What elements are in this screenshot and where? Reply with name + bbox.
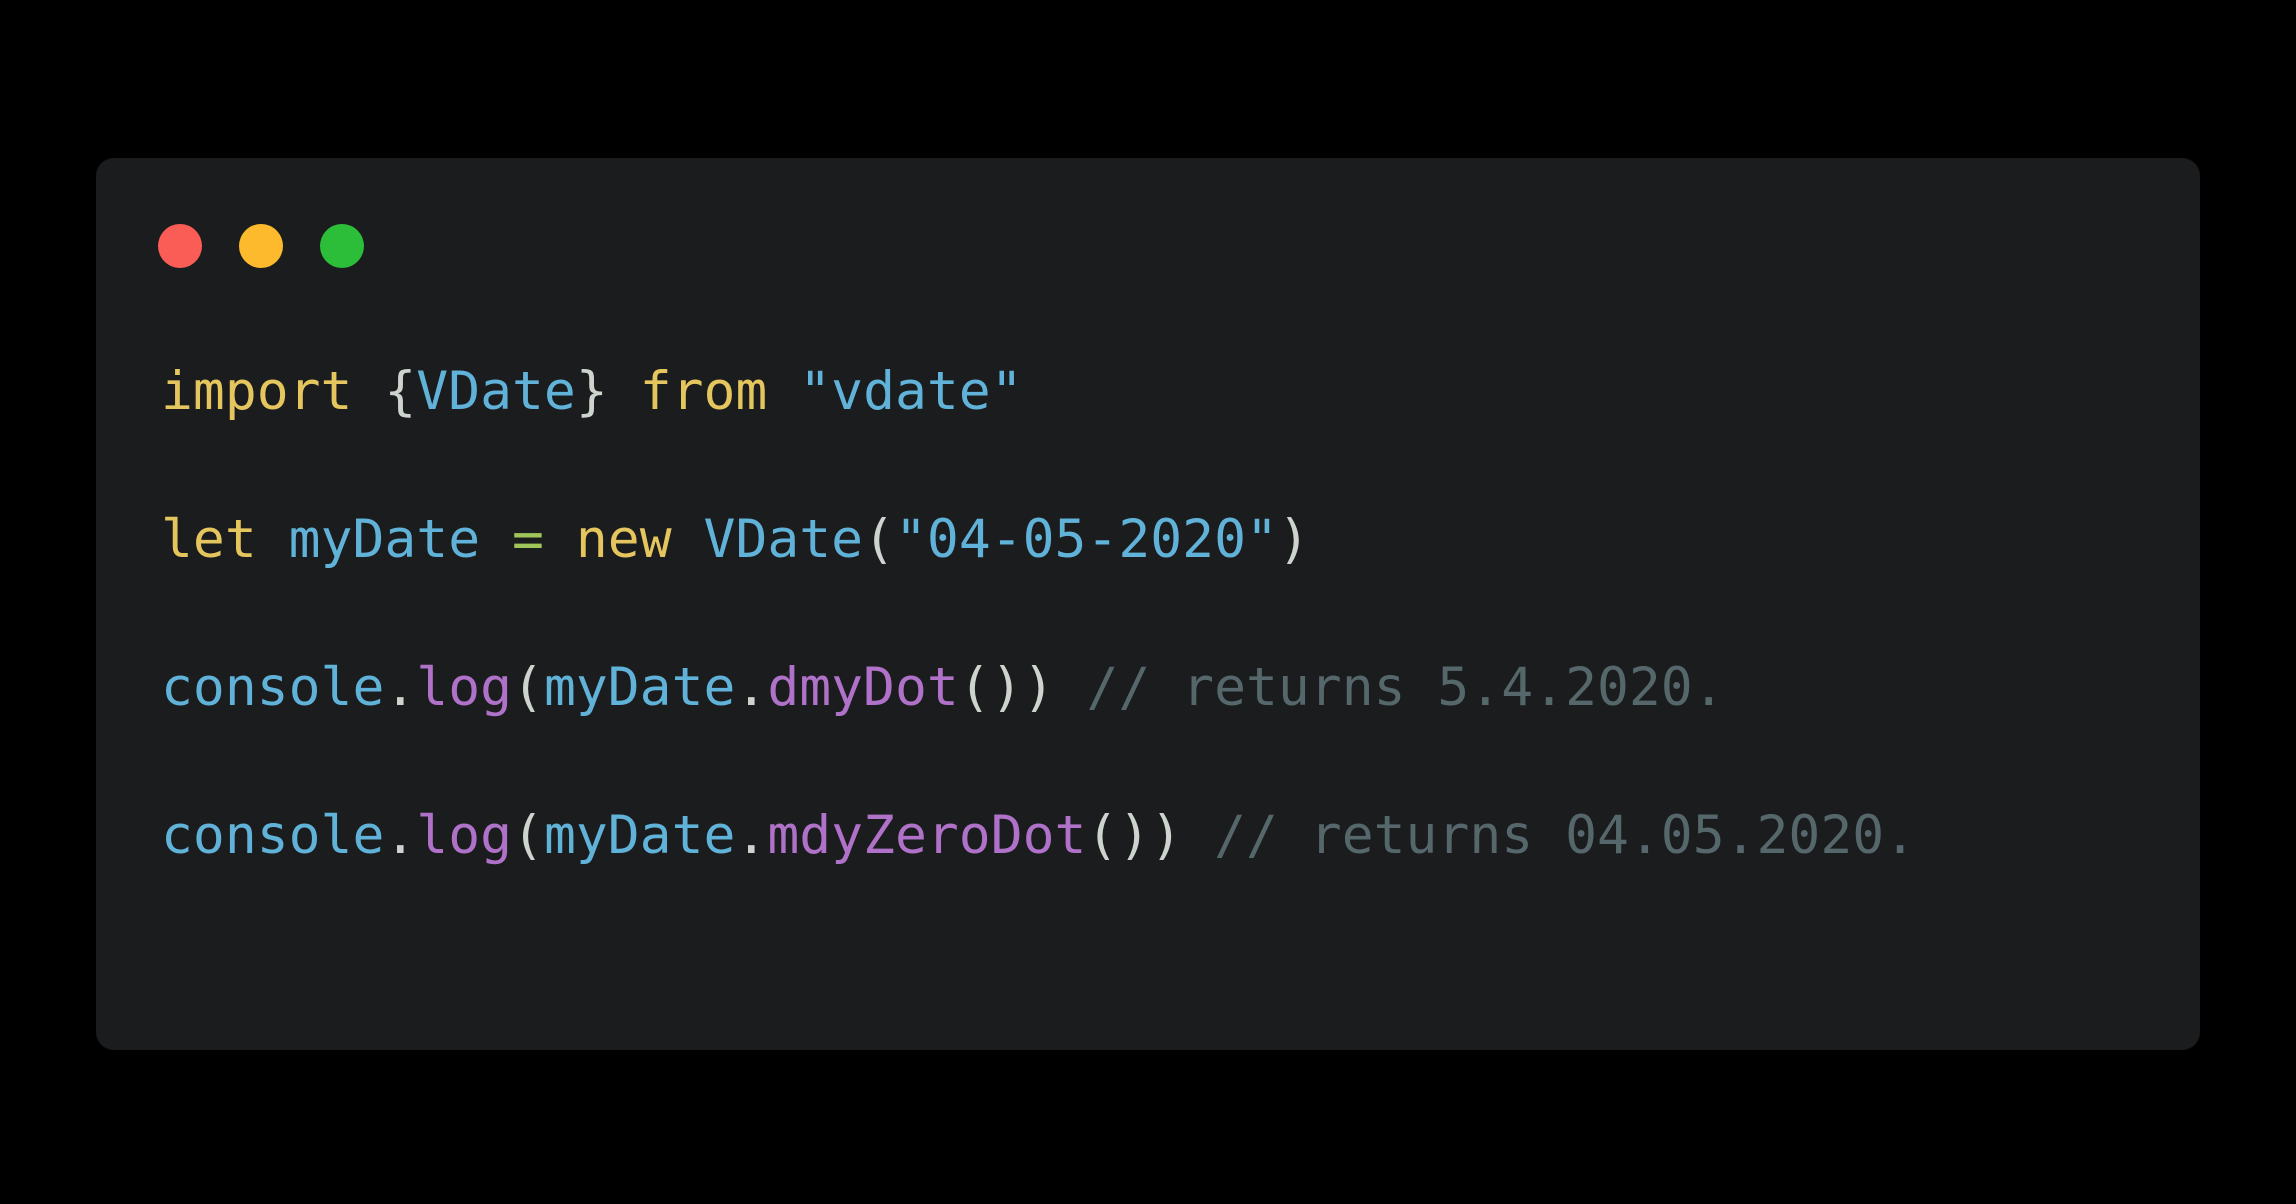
maximize-window-dot[interactable] — [320, 224, 364, 268]
window-controls — [158, 224, 364, 268]
code-token-function: mdyZeroDot — [767, 805, 1087, 866]
code-token-identifier: console — [161, 657, 385, 718]
code-token-identifier: myDate — [543, 805, 736, 866]
code-token-punctuation: ( — [512, 657, 544, 718]
code-token-keyword: let — [161, 509, 257, 570]
code-token-function: dmyDot — [767, 657, 959, 718]
code-token-punctuation: . — [384, 805, 417, 866]
code-line: console.log(myDate.mdyZeroDot()) // retu… — [161, 762, 2200, 910]
code-token-punctuation: } — [575, 361, 608, 422]
close-window-dot[interactable] — [158, 224, 202, 268]
code-token-function: log — [416, 657, 513, 718]
screenshot-root: import {VDate} from "vdate" let myDate = … — [0, 0, 2296, 1204]
code-token-keyword: from — [639, 361, 768, 422]
code-block[interactable]: import {VDate} from "vdate" let myDate = … — [161, 318, 2200, 1050]
code-token-identifier: VDate — [416, 361, 576, 422]
code-line: console.log(myDate.dmyDot()) // returns … — [161, 614, 2200, 762]
code-token-comment: // returns 5.4.2020. — [1086, 657, 1725, 718]
code-token-punctuation: ( — [512, 805, 544, 866]
code-token-keyword: import — [161, 361, 353, 422]
code-line: let myDate = new VDate("04-05-2020") — [161, 466, 2200, 614]
code-token-punctuation: ()) — [958, 657, 1055, 718]
code-snippet-card: import {VDate} from "vdate" let myDate = … — [96, 158, 2200, 1050]
code-token-identifier: myDate — [288, 509, 481, 570]
code-token-punctuation: ) — [1277, 509, 1310, 570]
code-token-punctuation: { — [384, 361, 417, 422]
code-token-punctuation: ( — [863, 509, 895, 570]
code-token-keyword: new — [575, 509, 672, 570]
code-token-identifier: VDate — [703, 509, 864, 570]
code-token-punctuation: . — [384, 657, 417, 718]
code-token-function: log — [416, 805, 513, 866]
code-line: import {VDate} from "vdate" — [161, 318, 2200, 466]
code-token-punctuation: . — [735, 657, 768, 718]
minimize-window-dot[interactable] — [239, 224, 283, 268]
code-token-punctuation: . — [735, 805, 768, 866]
code-token-string: "04-05-2020" — [895, 509, 1278, 570]
code-token-comment: // returns 04.05.2020. — [1214, 805, 1917, 866]
code-token-string: "vdate" — [799, 361, 1023, 422]
code-token-identifier: console — [161, 805, 385, 866]
code-token-punctuation: ()) — [1086, 805, 1183, 866]
code-token-operator: = — [512, 509, 544, 570]
code-token-identifier: myDate — [543, 657, 736, 718]
